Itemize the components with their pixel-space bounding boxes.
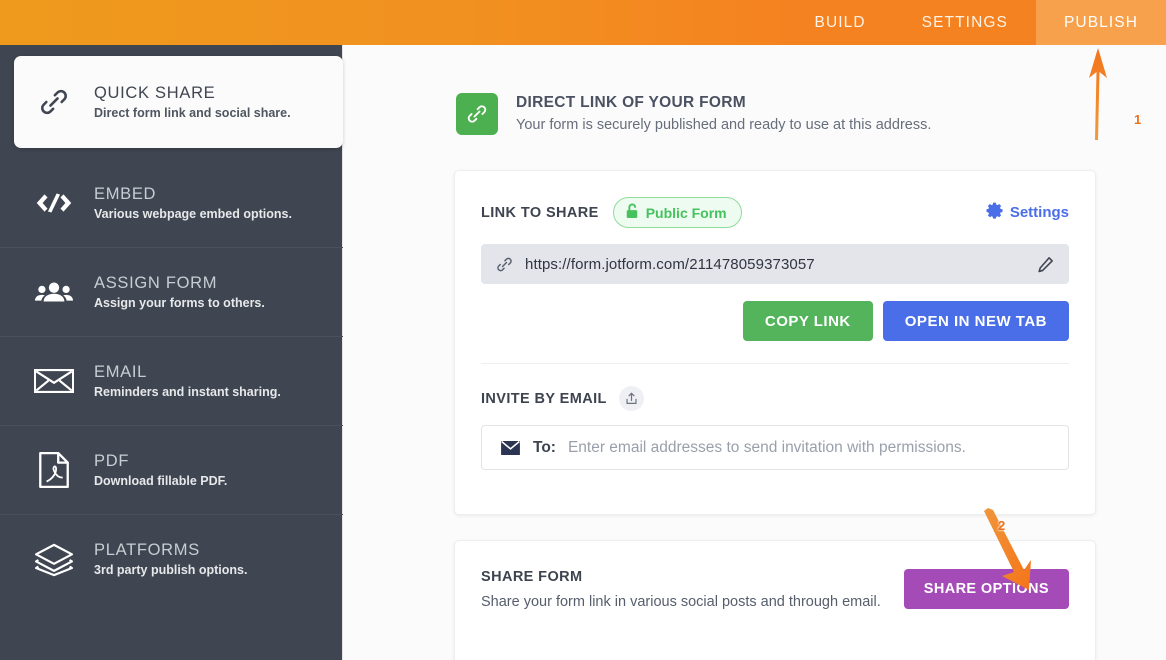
publish-sidebar: QUICK SHARE Direct form link and social …	[0, 45, 343, 660]
form-url-text: https://form.jotform.com/211478059373057	[525, 255, 815, 273]
open-padlock-icon	[625, 203, 639, 222]
share-options-button[interactable]: SHARE OPTIONS	[903, 569, 1069, 609]
sidebar-item-subtitle: Various webpage embed options.	[94, 206, 292, 221]
sidebar-item-subtitle: Download fillable PDF.	[94, 473, 228, 488]
settings-link-label: Settings	[1009, 204, 1069, 221]
share-form-title: SHARE FORM	[481, 569, 583, 585]
envelope-icon	[500, 440, 521, 456]
sidebar-item-title: PDF	[94, 451, 130, 470]
sidebar-item-quick-share[interactable]: QUICK SHARE Direct form link and social …	[14, 56, 343, 148]
upload-share-icon[interactable]	[618, 386, 644, 411]
tab-settings[interactable]: SETTINGS	[894, 0, 1036, 45]
invite-by-email-header: INVITE BY EMAIL	[481, 386, 1069, 411]
link-to-share-label: LINK TO SHARE	[481, 204, 599, 221]
share-form-card: SHARE FORM Share your form link in vario…	[454, 540, 1096, 660]
annotation-number-2: 2	[998, 518, 1006, 533]
tab-publish[interactable]: PUBLISH	[1035, 0, 1166, 45]
layers-stack-icon	[22, 543, 86, 577]
gear-icon	[986, 202, 1003, 223]
pencil-edit-icon[interactable]	[1036, 255, 1055, 274]
section-header: DIRECT LINK OF YOUR FORM Your form is se…	[343, 45, 1166, 135]
copy-link-button[interactable]: COPY LINK	[742, 301, 873, 341]
pdf-document-icon	[22, 451, 86, 489]
status-badge: Public Form	[612, 197, 742, 228]
sidebar-item-subtitle: Direct form link and social share.	[94, 105, 291, 120]
tab-build[interactable]: BUILD	[787, 0, 894, 45]
sidebar-item-subtitle: Assign your forms to others.	[94, 295, 265, 310]
invite-by-email-label: INVITE BY EMAIL	[481, 390, 607, 407]
link-chain-icon	[456, 93, 498, 135]
invite-email-placeholder: Enter email addresses to send invitation…	[567, 438, 966, 456]
sidebar-item-list: EMBED Various webpage embed options. ASS…	[0, 159, 343, 604]
sidebar-item-title: PLATFORMS	[94, 541, 200, 560]
sidebar-item-title: EMAIL	[94, 362, 148, 381]
sidebar-item-pdf[interactable]: PDF Download fillable PDF.	[0, 426, 343, 515]
share-form-subtitle: Share your form link in various social p…	[481, 594, 881, 610]
code-brackets-icon	[22, 190, 86, 216]
link-chain-icon	[495, 255, 514, 274]
form-url-field[interactable]: https://form.jotform.com/211478059373057	[481, 244, 1069, 284]
annotation-number-1: 1	[1134, 112, 1142, 127]
link-action-buttons: COPY LINK OPEN IN NEW TAB	[481, 301, 1069, 341]
invite-email-input[interactable]: To: Enter email addresses to send invita…	[481, 425, 1069, 470]
sidebar-item-platforms[interactable]: PLATFORMS 3rd party publish options.	[0, 515, 343, 604]
status-badge-label: Public Form	[645, 204, 727, 221]
sidebar-item-title: EMBED	[94, 184, 157, 203]
sidebar-item-subtitle: 3rd party publish options.	[94, 563, 248, 578]
open-in-new-tab-button[interactable]: OPEN IN NEW TAB	[882, 301, 1069, 341]
main-content: DIRECT LINK OF YOUR FORM Your form is se…	[343, 45, 1166, 660]
link-to-share-row: LINK TO SHARE Public Form Settings	[481, 197, 1069, 228]
sidebar-item-assign-form[interactable]: ASSIGN FORM Assign your forms to others.	[0, 248, 343, 337]
direct-link-card: LINK TO SHARE Public Form Settings https…	[454, 170, 1096, 515]
link-chain-icon	[22, 85, 86, 119]
page-title: DIRECT LINK OF YOUR FORM	[516, 94, 746, 111]
sidebar-item-title: QUICK SHARE	[94, 83, 216, 102]
sidebar-item-email[interactable]: EMAIL Reminders and instant sharing.	[0, 337, 343, 426]
envelope-icon	[22, 367, 86, 395]
sidebar-item-subtitle: Reminders and instant sharing.	[94, 384, 281, 399]
sidebar-item-title: ASSIGN FORM	[94, 273, 218, 292]
to-label: To:	[533, 438, 556, 456]
top-navigation-bar: BUILD SETTINGS PUBLISH	[0, 0, 1166, 45]
sidebar-item-embed[interactable]: EMBED Various webpage embed options.	[0, 159, 343, 248]
card-divider	[481, 363, 1069, 364]
jotform-publish-page: BUILD SETTINGS PUBLISH QUICK SHARE Direc…	[0, 0, 1166, 660]
people-group-icon	[22, 279, 86, 305]
page-subtitle: Your form is securely published and read…	[516, 117, 932, 133]
settings-link[interactable]: Settings	[986, 202, 1069, 223]
